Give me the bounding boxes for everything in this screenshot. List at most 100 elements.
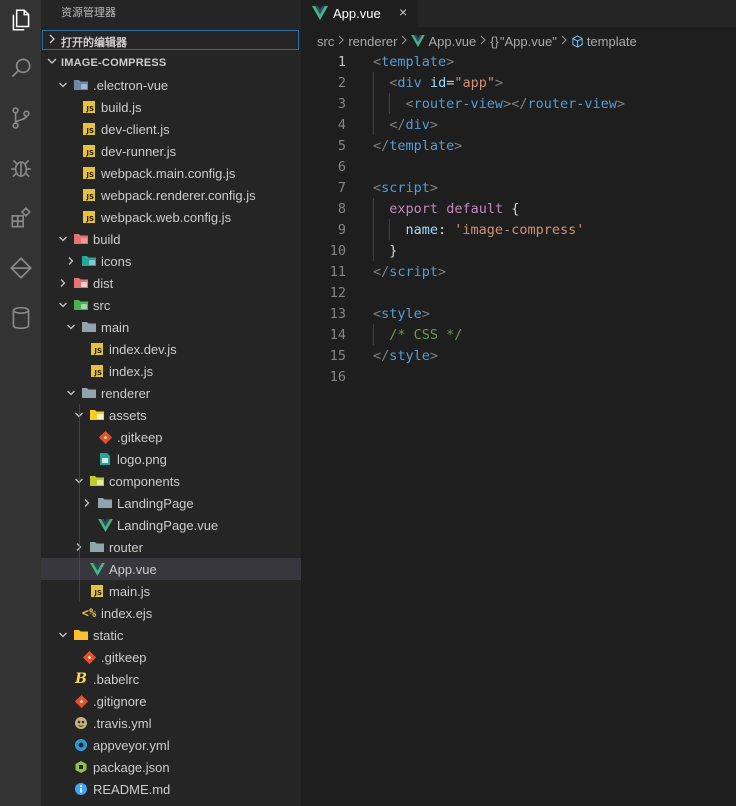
tree-folder-static[interactable]: static	[41, 624, 301, 646]
search-icon[interactable]	[0, 48, 41, 88]
chevron-down-icon[interactable]	[65, 316, 77, 338]
tree-folder-landingpage[interactable]: LandingPage	[41, 492, 301, 514]
tree-folder-build[interactable]: build	[41, 228, 301, 250]
tree-file-dev-runner-js[interactable]: JS dev-runner.js	[41, 140, 301, 162]
appveyor-icon	[73, 737, 89, 753]
tree-folder-components[interactable]: components	[41, 470, 301, 492]
breadcrumb-item-src[interactable]: src	[317, 34, 334, 49]
tree-folder-assets[interactable]: assets	[41, 404, 301, 426]
code-line[interactable]: 12	[301, 282, 736, 303]
tree-file-index-ejs[interactable]: <% index.ejs	[41, 602, 301, 624]
editor-area: App.vue × src renderer App.vue {} "App.v…	[301, 0, 736, 806]
remote-icon[interactable]	[0, 248, 41, 288]
code-token: 'image-compress'	[454, 222, 585, 238]
tree-item-label: .electron-vue	[93, 78, 169, 93]
chevron-down-icon[interactable]	[57, 228, 69, 250]
code-line[interactable]: 3 <router-view></router-view>	[301, 93, 736, 114]
tree-file-travis-yml[interactable]: .travis.yml	[41, 712, 301, 734]
code-line[interactable]: 8 export default {	[301, 198, 736, 219]
code-text: <script>	[373, 180, 438, 196]
tree-folder-icons[interactable]: icons	[41, 250, 301, 272]
code-line[interactable]: 11 </script>	[301, 261, 736, 282]
code-line[interactable]: 6	[301, 156, 736, 177]
breadcrumb-item-module[interactable]: "App.vue"	[500, 34, 557, 49]
tree-file-dev-client-js[interactable]: JS dev-client.js	[41, 118, 301, 140]
line-number: 3	[337, 96, 346, 112]
line-number: 12	[329, 285, 346, 301]
chevron-right-icon[interactable]	[57, 272, 69, 294]
chevron-down-icon[interactable]	[57, 624, 69, 646]
tree-file-gitignore[interactable]: .gitignore	[41, 690, 301, 712]
line-number: 4	[337, 117, 346, 133]
files-icon[interactable]	[0, 0, 41, 40]
tree-folder-renderer[interactable]: renderer	[41, 382, 301, 404]
tree-folder-main[interactable]: main	[41, 316, 301, 338]
code-token: </	[373, 138, 390, 154]
open-editors-section[interactable]: 打开的编辑器	[42, 30, 299, 50]
chevron-right-icon[interactable]	[81, 492, 93, 514]
code-line[interactable]: 2 <div id="app">	[301, 72, 736, 93]
source-control-icon[interactable]	[0, 98, 41, 138]
chevron-right-icon	[479, 35, 487, 48]
tree-file-main-js[interactable]: JS main.js	[41, 580, 301, 602]
tree-file-build-js[interactable]: JS build.js	[41, 96, 301, 118]
code-token: export	[389, 201, 439, 217]
tree-file-appveyor-yml[interactable]: appveyor.yml	[41, 734, 301, 756]
tree-file-landingpage-vue[interactable]: LandingPage.vue	[41, 514, 301, 536]
debug-icon[interactable]	[0, 148, 41, 188]
tree-folder-src[interactable]: src	[41, 294, 301, 316]
tree-folder-electron-vue[interactable]: .electron-vue	[41, 74, 301, 96]
code-line[interactable]: 5 </template>	[301, 135, 736, 156]
tree-file-index-dev-js[interactable]: JS index.dev.js	[41, 338, 301, 360]
tree-item-label: .gitignore	[93, 694, 147, 709]
tree-file-webpack-main-config-js[interactable]: JS webpack.main.config.js	[41, 162, 301, 184]
code-text: </script>	[373, 264, 446, 280]
tab-app-vue[interactable]: App.vue ×	[301, 0, 418, 27]
code-line[interactable]: 14 /* CSS */	[301, 324, 736, 345]
tree-file-index-js[interactable]: JS index.js	[41, 360, 301, 382]
chevron-right-icon[interactable]	[65, 250, 77, 272]
breadcrumb-item-renderer[interactable]: renderer	[348, 34, 397, 49]
code-token: >	[429, 348, 439, 364]
open-editors-label: 打开的编辑器	[61, 37, 127, 49]
tree-file-webpack-web-config-js[interactable]: JS webpack.web.config.js	[41, 206, 301, 228]
code-line[interactable]: 7 <script>	[301, 177, 736, 198]
tree-file-readme-md[interactable]: README.md	[41, 778, 301, 800]
tree-file-webpack-renderer-config-js[interactable]: JS webpack.renderer.config.js	[41, 184, 301, 206]
database-icon[interactable]	[0, 298, 41, 338]
tree-folder-router[interactable]: router	[41, 536, 301, 558]
tree-folder-dist[interactable]: dist	[41, 272, 301, 294]
line-number: 11	[329, 264, 346, 280]
code-line[interactable]: 13 <style>	[301, 303, 736, 324]
code-token: div	[405, 117, 430, 133]
code-line[interactable]: 1 <template>	[301, 51, 736, 72]
code-line[interactable]: 15 </style>	[301, 345, 736, 366]
breadcrumb-item-template[interactable]: template	[587, 34, 637, 49]
module-braces-icon: {}	[490, 33, 499, 49]
close-icon[interactable]: ×	[399, 4, 407, 20]
tree-item-label: .travis.yml	[93, 716, 152, 731]
git-icon	[73, 693, 89, 709]
js-icon: JS	[81, 99, 97, 115]
code-line[interactable]: 10 }	[301, 240, 736, 261]
tree-file-app-vue[interactable]: App.vue	[41, 558, 301, 580]
extensions-icon[interactable]	[0, 198, 41, 238]
code-line[interactable]: 9 name: 'image-compress'	[301, 219, 736, 240]
tree-file-package-json[interactable]: package.json	[41, 756, 301, 778]
chevron-down-icon[interactable]	[57, 74, 69, 96]
chevron-down-icon[interactable]	[65, 382, 77, 404]
code-editor[interactable]: 1 <template> 2 <div id="app"> 3 <router-vie…	[301, 51, 736, 387]
tree-file-gitkeep[interactable]: .gitkeep	[41, 646, 301, 668]
code-line[interactable]: 16	[301, 366, 736, 387]
code-line[interactable]: 4 </div>	[301, 114, 736, 135]
tree-file-logo-png[interactable]: logo.png	[41, 448, 301, 470]
tree-item-label: index.js	[109, 364, 154, 379]
tree-file-gitkeep[interactable]: .gitkeep	[41, 426, 301, 448]
chevron-down-icon[interactable]	[57, 294, 69, 316]
breadcrumb: src renderer App.vue {} "App.vue" templa…	[317, 31, 637, 51]
breadcrumb-item-file[interactable]: App.vue	[428, 34, 476, 49]
tree-file-babelrc[interactable]: B .babelrc	[41, 668, 301, 690]
project-section-header[interactable]: IMAGE-COMPRESS	[41, 52, 301, 74]
indent-guide	[373, 198, 374, 261]
tree-item-label: build	[93, 232, 121, 247]
